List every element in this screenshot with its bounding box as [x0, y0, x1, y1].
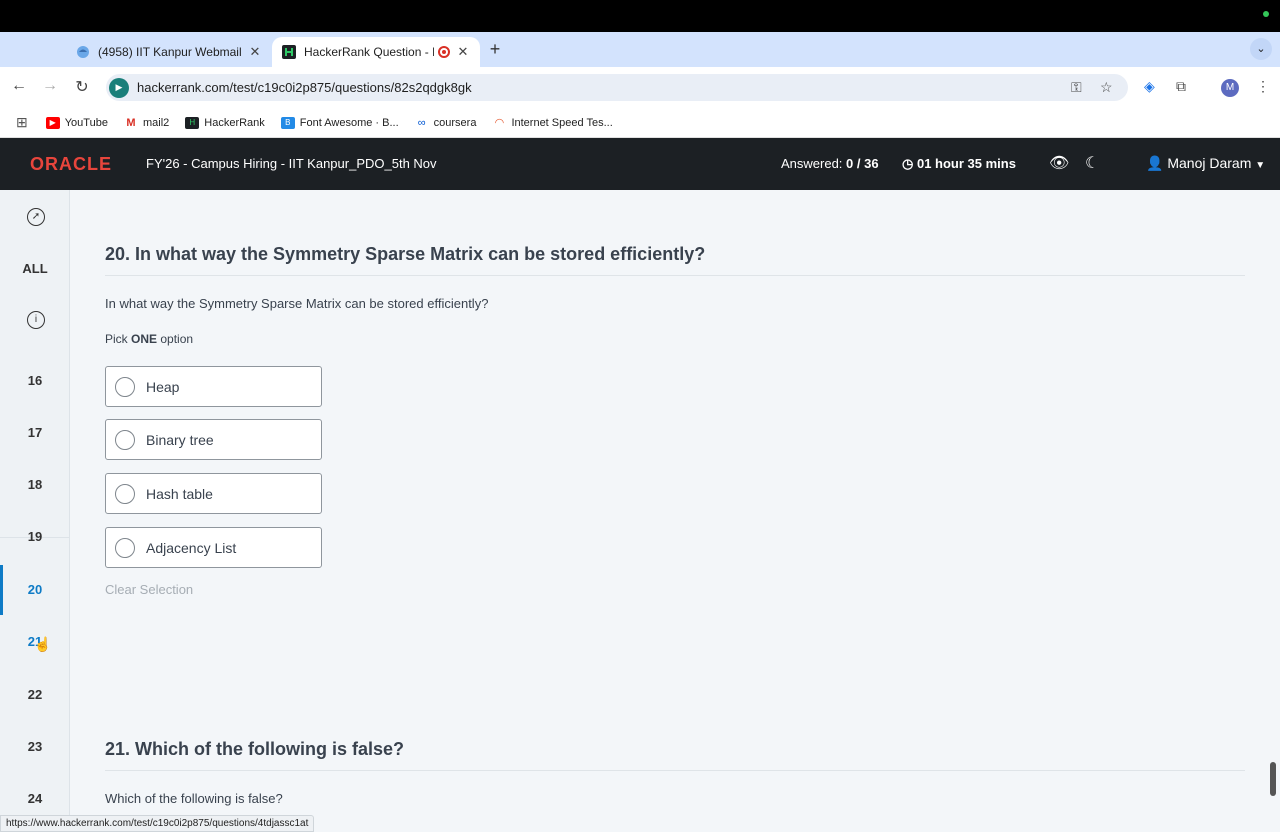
option-label: Binary tree	[146, 431, 214, 448]
pick-instruction: Pick ONE option	[105, 332, 194, 346]
sidebar-item-16[interactable]: 16	[0, 373, 70, 388]
answered-count: Answered: 0 / 36	[781, 156, 879, 171]
bookmark-label: mail2	[142, 116, 170, 129]
youtube-icon: ▶	[45, 116, 60, 129]
hackerrank-icon	[282, 45, 296, 59]
bookmark-label: Font Awesome · B...	[299, 116, 399, 129]
extension-icon[interactable]: ◈	[1144, 78, 1155, 95]
divider	[105, 275, 1245, 276]
user-menu[interactable]: 👤 Manoj Daram ▼	[1146, 155, 1265, 172]
bookmark-mail2[interactable]: M mail2	[123, 116, 170, 129]
forward-icon[interactable]: →	[40, 77, 60, 95]
site-info-icon[interactable]: ▶	[109, 77, 129, 98]
tab-title: HackerRank Question - In	[304, 45, 434, 59]
bookmark-star-icon[interactable]: ☆	[1100, 79, 1113, 96]
url-text: hackerrank.com/test/c19c0i2p875/question…	[137, 80, 472, 95]
bookmark-speedtest[interactable]: ◠ Internet Speed Tes...	[492, 116, 613, 129]
address-bar[interactable]: ▶ hackerrank.com/test/c19c0i2p875/questi…	[106, 74, 1128, 101]
option-heap[interactable]: Heap	[105, 366, 322, 407]
app-header: ORACLE FY'26 - Campus Hiring - IIT Kanpu…	[0, 138, 1280, 190]
option-label: Heap	[146, 378, 180, 395]
bookmark-youtube[interactable]: ▶ YouTube	[45, 116, 108, 129]
sidebar-item-18[interactable]: 18	[0, 477, 70, 492]
password-key-icon[interactable]: ⚿	[1071, 79, 1082, 96]
coursera-icon: ∞	[414, 116, 429, 129]
tab-title: (4958) IIT Kanpur Webmail ::	[98, 45, 242, 59]
option-label: Hash table	[146, 485, 213, 502]
camera-indicator-icon	[1263, 11, 1269, 17]
status-bar-url: https://www.hackerrank.com/test/c19c0i2p…	[0, 815, 315, 832]
sidebar-item-19[interactable]: 19	[0, 529, 70, 544]
speedtest-icon: ◠	[492, 116, 507, 129]
sidebar-item-20[interactable]: 20	[0, 582, 70, 597]
option-hash-table[interactable]: Hash table	[105, 473, 322, 514]
question-text: Which of the following is false?	[105, 791, 283, 806]
recording-icon	[438, 46, 450, 58]
oracle-logo: ORACLE	[30, 154, 112, 174]
info-icon[interactable]: i	[27, 311, 45, 329]
tab-strip: (4958) IIT Kanpur Webmail :: ✕ HackerRan…	[0, 32, 1280, 67]
system-menu-bar	[0, 0, 1280, 32]
tab-search-button[interactable]: ⌄	[1250, 38, 1272, 60]
moon-icon[interactable]: ☾	[1085, 153, 1099, 173]
sidebar-item-23[interactable]: 23	[0, 739, 70, 754]
eye-icon[interactable]: 👁	[1049, 153, 1069, 173]
hackerrank-icon: H	[185, 116, 200, 129]
navigation-bar: ← → ↻ ▶ hackerrank.com/test/c19c0i2p875/…	[0, 67, 1280, 108]
bookmark-label: coursera	[433, 116, 477, 129]
bookmark-label: HackerRank	[204, 116, 265, 129]
pointer-hand-icon: ☝	[34, 636, 52, 652]
reload-icon[interactable]: ↻	[72, 77, 92, 97]
back-icon[interactable]: ←	[9, 77, 29, 95]
divider	[105, 770, 1245, 771]
new-tab-button[interactable]: +	[486, 39, 504, 60]
radio-button[interactable]	[115, 537, 135, 558]
bookmark-label: YouTube	[64, 116, 108, 129]
compass-icon[interactable]: ➚	[27, 208, 45, 226]
sidebar-item-22[interactable]: 22	[0, 687, 70, 702]
option-label: Adjacency List	[146, 539, 237, 556]
option-binary-tree[interactable]: Binary tree	[105, 419, 322, 460]
sidebar-item-24[interactable]: 24	[0, 791, 70, 806]
test-title: FY'26 - Campus Hiring - IIT Kanpur_PDO_5…	[146, 156, 437, 171]
apps-grid-icon[interactable]: ⊞	[16, 114, 28, 131]
gmail-icon: M	[123, 116, 138, 129]
bookmark-fontawesome[interactable]: B Font Awesome · B...	[280, 116, 399, 129]
question-panel: 20. In what way the Symmetry Sparse Matr…	[70, 190, 1280, 832]
question-title: 20. In what way the Symmetry Sparse Matr…	[105, 244, 706, 264]
fontawesome-icon: B	[280, 116, 295, 129]
webmail-icon	[77, 46, 89, 58]
tab-webmail[interactable]: (4958) IIT Kanpur Webmail :: ✕	[66, 37, 272, 67]
clear-selection-link[interactable]: Clear Selection	[105, 582, 193, 597]
question-title: 21. Which of the following is false?	[105, 739, 405, 759]
close-icon[interactable]: ✕	[248, 44, 262, 60]
sidebar-item-17[interactable]: 17	[0, 425, 70, 440]
clock-icon: ◷	[902, 156, 914, 171]
caret-down-icon: ▼	[1255, 160, 1266, 171]
question-sidebar: ➚ ALL i 16 17 18 19 20 21 22 23 24	[0, 190, 70, 832]
tab-hackerrank[interactable]: HackerRank Question - In ✕	[272, 37, 480, 67]
close-icon[interactable]: ✕	[456, 44, 470, 60]
question-text: In what way the Symmetry Sparse Matrix c…	[105, 296, 489, 311]
user-icon: 👤	[1146, 155, 1164, 171]
sidebar-item-all[interactable]: ALL	[0, 261, 70, 276]
avatar[interactable]: M	[1221, 79, 1239, 97]
puzzle-icon[interactable]: ⧉	[1176, 78, 1186, 95]
option-adjacency-list[interactable]: Adjacency List	[105, 527, 322, 568]
bookmark-label: Internet Speed Tes...	[511, 116, 613, 129]
radio-button[interactable]	[115, 429, 135, 450]
bookmark-coursera[interactable]: ∞ coursera	[414, 116, 477, 129]
bookmark-hackerrank[interactable]: H HackerRank	[185, 116, 265, 129]
radio-button[interactable]	[115, 483, 135, 504]
scrollbar[interactable]	[1270, 762, 1276, 796]
radio-button[interactable]	[115, 376, 135, 397]
more-menu-icon[interactable]: ⋮	[1256, 78, 1270, 95]
bookmarks-bar: ⊞ ▶ YouTube M mail2 H HackerRank B Font …	[0, 108, 1280, 138]
timer: ◷ 01 hour 35 mins	[902, 156, 1016, 171]
